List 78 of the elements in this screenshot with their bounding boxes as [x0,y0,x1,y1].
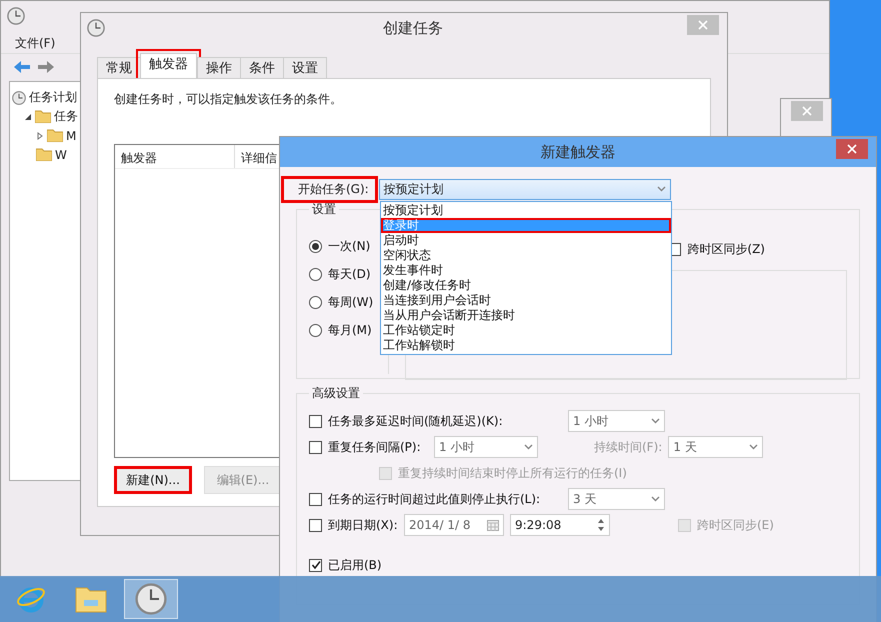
dropdown-field[interactable]: 1 小时 [434,436,538,458]
folder-icon [36,148,52,161]
tab[interactable]: 设置 [283,57,327,78]
radio-button[interactable] [309,324,322,337]
group-title: 高级设置 [311,385,361,402]
close-icon [802,106,812,116]
description-text: 创建任务时，可以指定触发该任务的条件。 [114,91,343,108]
tree-item[interactable]: W [55,148,67,162]
back-arrow-icon[interactable] [13,60,31,74]
checkbox-label: 跨时区同步(E) [697,516,774,534]
tree-item[interactable]: 任务 [54,108,78,125]
dropdown-option[interactable]: 空闲状态 [381,248,671,263]
clock-icon [87,19,105,37]
close-button[interactable] [836,139,868,159]
checkbox-label: 跨时区同步(Z) [687,240,765,258]
checkbox[interactable] [309,440,322,454]
tree-item[interactable]: 任务计划 [29,89,77,106]
dropdown-field[interactable]: 3 天 [568,488,665,510]
tree-item[interactable]: M [66,128,76,142]
clock-icon [135,583,167,615]
radio-label: 一次(N) [328,238,370,255]
dropdown-option[interactable]: 启动时 [381,233,671,248]
checkbox-label: 已启用(B) [328,556,382,574]
dropdown-option[interactable]: 按预定计划 [381,203,671,218]
folder-icon [35,110,51,123]
checkbox[interactable] [309,492,322,506]
window-title: 创建任务 [383,18,443,38]
expand-arrow-icon[interactable] [36,132,44,140]
field-label: 持续时间(F): [594,438,662,456]
chevron-down-icon [749,444,758,450]
checkbox[interactable] [309,558,322,572]
tab[interactable]: 操作 [197,57,241,78]
chevron-down-icon [656,186,666,192]
checkbox[interactable] [309,414,322,428]
checkbox-label: 重复任务间隔(P): [328,438,422,456]
dialog-title: 新建触发器 [540,142,616,162]
radio-button[interactable] [309,240,322,253]
close-icon [698,20,708,30]
folder-icon [75,585,107,613]
collapse-arrow-icon[interactable] [24,112,32,120]
dropdown-option[interactable]: 当连接到用户会话时 [381,293,671,308]
radio-button[interactable] [309,296,322,309]
radio-label: 每月(M) [328,322,372,339]
clock-icon [7,7,25,25]
new-button[interactable]: 新建(N)... [114,466,192,494]
tab[interactable]: 常规 [97,57,141,78]
dropdown-option[interactable]: 创建/修改任务时 [381,278,671,293]
checkbox[interactable] [309,518,322,532]
begin-task-select[interactable]: 按预定计划 [378,178,671,200]
dropdown-option[interactable]: 工作站解锁时 [381,338,671,353]
begin-task-label: 开始任务(G): [284,178,375,200]
taskbar-button[interactable] [124,579,178,619]
chevron-down-icon [651,496,660,502]
dropdown-field[interactable]: 1 小时 [568,410,665,432]
spinner-icon [597,518,605,532]
checkbox-label: 任务的运行时间超过此值则停止执行(L): [328,490,542,508]
dropdown-option[interactable]: 工作站锁定时 [381,323,671,338]
date-field[interactable]: 2014/ 1/ 8 [404,514,504,536]
radio-label: 每周(W) [328,294,374,311]
chevron-down-icon [524,444,533,450]
menu-item[interactable]: 文件(F) [15,35,56,49]
dropdown-option[interactable]: 当从用户会话断开连接时 [381,308,671,323]
column-header[interactable]: 触发器 [115,145,235,168]
clock-icon [12,90,26,104]
radio-button[interactable] [309,268,322,281]
folder-icon [47,129,63,142]
time-field[interactable]: 9:29:08 [510,514,610,536]
close-icon [847,144,857,154]
radio-label: 每天(D) [328,266,371,283]
group-title: 设置 [311,201,337,218]
checkbox-label: 任务最多延迟时间(随机延迟)(K): [328,412,504,430]
dropdown-field[interactable]: 1 天 [668,436,764,458]
forward-arrow-icon[interactable] [37,60,55,74]
checkbox-label: 重复持续时间结束时停止所有运行的任务(I) [398,464,627,482]
calendar-icon [487,520,499,530]
chevron-down-icon [651,418,660,424]
checkbox-label: 到期日期(X): [328,516,398,534]
dropdown-option[interactable]: 发生事件时 [381,263,671,278]
